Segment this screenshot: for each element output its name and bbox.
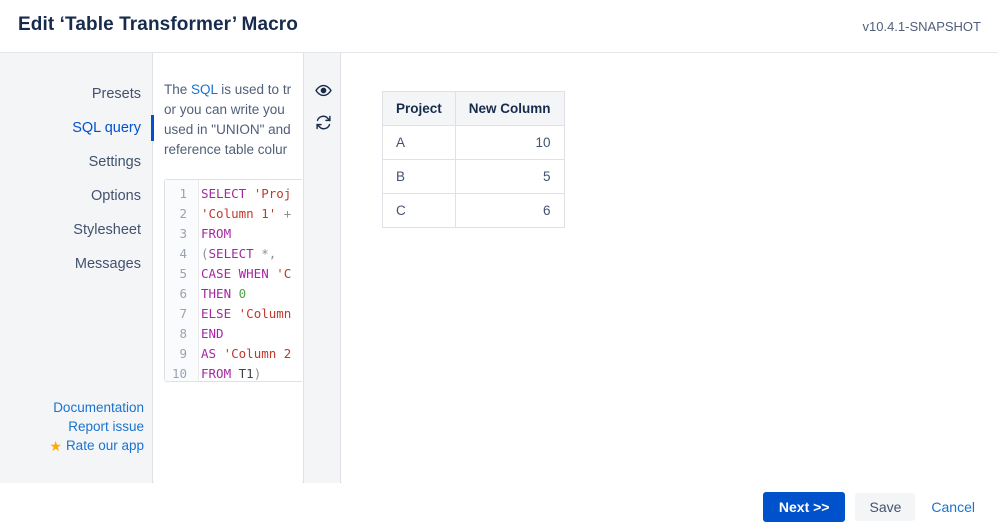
preview-pane: Project New Column A 10 B 5 C 6 [342,53,998,483]
code-text: ELSE 'Column [201,306,292,321]
code-line: 1 SELECT 'Proj [165,184,302,204]
code-text: CASE WHEN 'C [201,266,292,281]
code-text: FROM T1) [201,366,262,381]
code-text: 'Column 1' + [201,206,292,221]
macro-editor-dialog: Edit ‘Table Transformer’ Macro v10.4.1-S… [0,0,998,531]
code-line: 8 END [165,324,302,344]
line-number: 5 [179,266,187,281]
desc-line1-suffix: is used to tr [217,82,292,97]
sidebar-nav: Presets SQL query Settings Options Style… [0,77,154,281]
eye-icon [314,82,332,104]
line-number: 2 [179,206,187,221]
code-line: 2 'Column 1' + [165,204,302,224]
line-number: 9 [179,346,187,361]
documentation-link[interactable]: Documentation [0,398,144,417]
column-header-new-column: New Column [454,91,565,126]
sidebar-item-messages[interactable]: Messages [0,247,153,281]
sidebar: Presets SQL query Settings Options Style… [0,53,154,483]
code-line: 10 FROM T1) [165,364,302,381]
code-text: SELECT 'Proj [201,186,292,201]
table-cell: 5 [454,159,565,194]
footer-actions: Next >> Save Cancel [762,492,981,522]
sidebar-item-settings[interactable]: Settings [0,145,153,179]
report-issue-link[interactable]: Report issue [0,417,144,436]
code-line: 5 CASE WHEN 'C [165,264,302,284]
result-table: Project New Column A 10 B 5 C 6 [382,91,565,228]
table-cell: 10 [454,125,565,160]
sidebar-footer-links: Documentation Report issue ★ Rate our ap… [0,398,153,455]
next-button[interactable]: Next >> [762,492,846,522]
dialog-body: Presets SQL query Settings Options Style… [0,53,998,483]
sidebar-item-sql-query[interactable]: SQL query [0,111,154,145]
page-title: Edit ‘Table Transformer’ Macro [18,14,298,35]
code-line: 7 ELSE 'Column [165,304,302,324]
table-cell: B [382,159,456,194]
sidebar-item-presets[interactable]: Presets [0,77,153,111]
cancel-button[interactable]: Cancel [925,493,981,521]
version-label: v10.4.1-SNAPSHOT [862,19,982,34]
star-icon: ★ [49,437,62,454]
desc-line2: or you can write you [164,102,285,117]
sql-editor-column: The SQL is used to tr or you can write y… [154,53,302,483]
sql-description: The SQL is used to tr or you can write y… [164,80,302,160]
desc-line1-prefix: The [164,82,192,97]
dialog-footer: Next >> Save Cancel [0,483,998,531]
desc-line3: used in "UNION" and [164,122,291,137]
table-header-row: Project New Column [382,91,565,126]
table-row: A 10 [382,125,565,160]
line-number: 8 [179,326,187,341]
code-text: (SELECT *, [201,246,277,261]
sql-code-editor[interactable]: 1 SELECT 'Proj 2 'Column 1' + 3 FROM 4 (SELECT … [164,179,302,382]
sql-doc-link[interactable]: SQL [191,82,218,97]
table-row: C6 [382,193,565,228]
table-body: A 10 B 5 C 6 [382,125,565,228]
line-number: 3 [179,226,187,241]
table-cell: 6 [454,193,565,228]
code-line: 4 (SELECT *, [165,244,302,264]
line-number: 1 [179,186,187,201]
sidebar-item-options[interactable]: Options [0,179,153,213]
rate-our-app-link[interactable]: ★ Rate our app [0,436,144,455]
save-button[interactable]: Save [855,493,916,521]
code-line: 6 THEN 0 [165,284,302,304]
line-number: 7 [179,306,187,321]
code-text: FROM [201,226,232,241]
refresh-icon [315,114,332,136]
line-number: 10 [171,366,187,381]
code-line: 9 AS 'Column 2 [165,344,302,364]
desc-line4: reference table colur [164,142,288,157]
line-number: 6 [179,286,187,301]
code-text: THEN 0 [201,286,247,301]
dialog-header: Edit ‘Table Transformer’ Macro v10.4.1-S… [0,0,998,53]
refresh-preview-button[interactable] [304,109,342,141]
code-lines[interactable]: 1 SELECT 'Proj 2 'Column 1' + 3 FROM 4 (SELECT … [165,184,302,381]
preview-toggle-button[interactable] [304,77,342,109]
table-cell: A [382,125,456,160]
column-header-project: Project [382,91,456,126]
code-text: AS 'Column 2 [201,346,292,361]
table-cell: C [382,193,456,228]
line-number: 4 [179,246,187,261]
table-row: B5 [382,159,565,194]
editor-toolbar-rail [303,53,341,483]
code-line: 3 FROM [165,224,302,244]
rate-our-app-label: Rate our app [65,438,144,453]
code-text: END [201,326,224,341]
sidebar-item-stylesheet[interactable]: Stylesheet [0,213,153,247]
